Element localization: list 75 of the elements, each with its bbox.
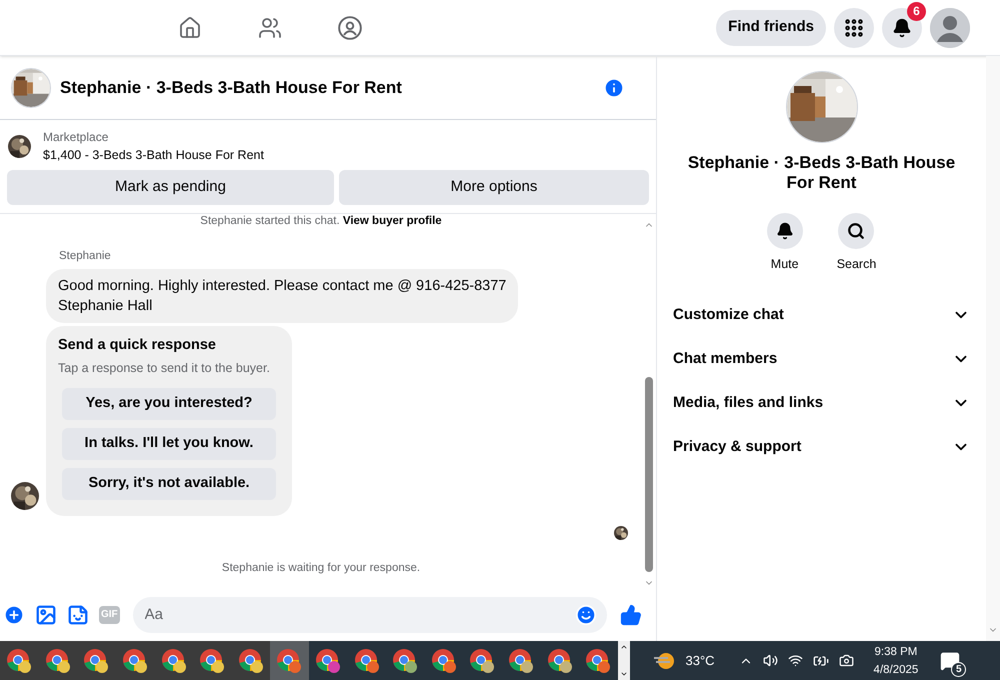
message-bubble: Good morning. Highly interested. Please contact me @ 916-425-8377 Stephanie Hall (46, 269, 518, 324)
info-icon (603, 76, 625, 98)
clock-time: 9:38 PM (874, 644, 918, 660)
clock-date: 4/8/2025 (874, 662, 918, 678)
sticker-icon (67, 604, 89, 626)
find-friends-button[interactable]: Find friends (716, 10, 826, 46)
listing-source: Marketplace (43, 129, 110, 146)
action-label: Search (836, 256, 876, 273)
browser-icon (585, 648, 612, 674)
browser-icon (508, 648, 534, 674)
message-input[interactable]: Aa (132, 596, 607, 632)
add-icon (3, 604, 25, 626)
scroll-up-icon[interactable] (620, 643, 628, 651)
avatar-icon (930, 8, 970, 48)
browser-taskbar-button[interactable] (308, 641, 348, 680)
quick-response-button[interactable]: In talks. I'll let you know. (62, 428, 276, 460)
notification-center-icon (940, 650, 960, 670)
weather-icon (652, 650, 676, 670)
people-circle-icon (337, 14, 363, 40)
browser-icon (83, 648, 110, 674)
thumbs-up-icon (620, 604, 642, 626)
scrollbar-thumb[interactable] (645, 377, 653, 572)
menu-button[interactable] (834, 8, 874, 48)
section-row[interactable]: Media, files and links (673, 380, 970, 425)
view-buyer-profile-link[interactable]: View buyer profile (342, 214, 442, 227)
people-icon (258, 16, 282, 40)
browser-icon (430, 648, 457, 674)
mute-button[interactable] (766, 213, 803, 249)
section-row[interactable]: Chat members (673, 336, 970, 381)
listing-title: $1,400 - 3-Beds 3-Bath House For Rent (43, 147, 264, 164)
action-label: Mute (770, 256, 799, 273)
browser-icon (469, 648, 496, 674)
bell-icon (776, 222, 794, 240)
browser-icon (6, 648, 32, 674)
grid-icon (843, 16, 865, 38)
speaker-icon (762, 653, 778, 668)
browser-icon (199, 648, 226, 674)
section-row[interactable]: Privacy & support (673, 424, 970, 469)
quick-response-subtitle: Tap a response to send it to the buyer. (58, 360, 271, 377)
quick-response-title: Send a quick response (58, 336, 217, 356)
quick-response-button[interactable]: Sorry, it's not available. (62, 468, 276, 500)
bell-icon (892, 18, 912, 38)
browser-icon (546, 648, 573, 674)
browser-icon (392, 648, 418, 674)
browser-taskbar-button[interactable] (270, 641, 309, 680)
profile-button[interactable] (930, 8, 970, 48)
more-options-button[interactable]: More options (339, 170, 649, 205)
section-row[interactable]: Customize chat (673, 292, 970, 337)
scroll-down-icon[interactable] (620, 670, 628, 678)
browser-icon (276, 648, 302, 674)
home-icon (178, 16, 202, 40)
details-title: Stephanie · 3-Beds 3-Bath House For Rent (686, 153, 956, 193)
sender-name: Stephanie (59, 249, 112, 264)
wifi-icon (788, 653, 803, 668)
browser-icon (354, 648, 380, 674)
waiting-notice: Stephanie is waiting for your response. (220, 560, 422, 576)
search-button[interactable] (838, 213, 874, 249)
page-scrollbar[interactable] (986, 56, 1000, 641)
browser-icon (44, 648, 71, 674)
search-icon (847, 222, 866, 240)
mark-pending-button[interactable]: Mark as pending (7, 170, 334, 205)
browser-icon (238, 648, 264, 674)
notifications-button[interactable] (882, 8, 922, 48)
image-icon (35, 604, 57, 626)
browser-icon (122, 648, 148, 674)
browser-icon (315, 648, 342, 674)
notification-count: 6 (907, 2, 926, 20)
notification-count: 5 (951, 662, 966, 676)
browser-taskbar-button[interactable] (578, 641, 618, 680)
quick-response-button[interactable]: Yes, are you interested? (62, 388, 276, 420)
chat-started-notice: Stephanie started this chat. (200, 214, 341, 227)
camera-icon (838, 653, 854, 668)
chat-title: Stephanie · 3-Beds 3-Bath House For Rent (60, 76, 403, 99)
browser-icon (160, 648, 187, 674)
temperature: 33°C (686, 652, 715, 670)
